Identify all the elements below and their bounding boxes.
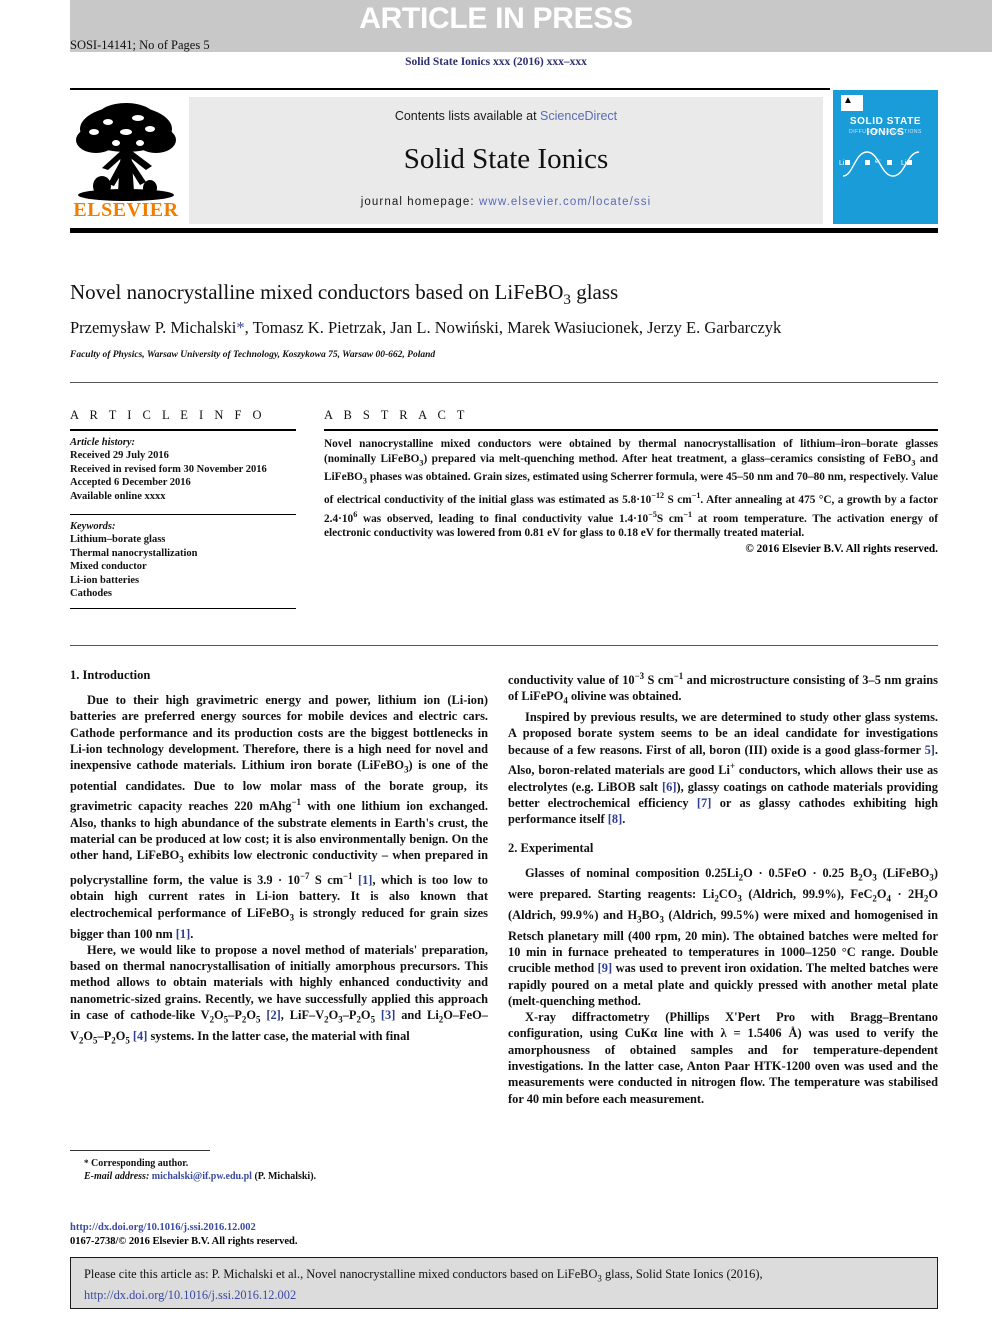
masthead-top-rule bbox=[70, 88, 830, 90]
affiliation: Faculty of Physics, Warsaw University of… bbox=[70, 350, 436, 360]
history-item: Received 29 July 2016 bbox=[70, 450, 169, 462]
title-separator-rule bbox=[70, 382, 938, 383]
article-history-label: Article history: bbox=[70, 437, 136, 448]
keywords-label: Keywords: bbox=[70, 521, 116, 533]
contents-prefix: Contents lists available at bbox=[394, 109, 541, 123]
journal-running-head: Solid State Ionics xxx (2016) xxx–xxx bbox=[405, 56, 587, 68]
elsevier-wordmark: ELSEVIER bbox=[73, 199, 179, 221]
paragraph: X-ray diffractometry (Phillips X'Pert Pr… bbox=[508, 1010, 938, 1106]
sciencedirect-link[interactable]: ScienceDirect bbox=[540, 109, 617, 123]
history-item: Available online xxxx bbox=[70, 490, 166, 502]
paragraph: Due to their high gravimetric energy and… bbox=[70, 693, 489, 941]
keyword-item: Lithium–borate glass bbox=[70, 534, 166, 546]
email-note: E-mail address: michalski@if.pw.edu.pl (… bbox=[70, 1170, 490, 1183]
corresponding-author-label: Corresponding author. bbox=[91, 1158, 189, 1169]
email-address-label: E-mail address: bbox=[84, 1171, 150, 1182]
body-column-right: conductivity value of 10−3 S cm−1 and mi… bbox=[508, 668, 938, 1107]
body-separator-rule bbox=[70, 645, 938, 646]
keyword-item: Mixed conductor bbox=[70, 561, 147, 573]
citation-doi-link[interactable]: http://dx.doi.org/10.1016/j.ssi.2016.12.… bbox=[84, 1288, 296, 1302]
cover-tree-glyph-icon: ▲ bbox=[843, 95, 853, 106]
elsevier-logo: ELSEVIER bbox=[70, 96, 182, 224]
masthead-panel: Contents lists available at ScienceDirec… bbox=[189, 97, 823, 224]
doi-footer-block: http://dx.doi.org/10.1016/j.ssi.2016.12.… bbox=[70, 1221, 490, 1248]
email-owner: (P. Michalski). bbox=[254, 1171, 317, 1182]
abstract-block: A B S T R A C T Novel nanocrystalline mi… bbox=[324, 408, 938, 555]
abstract-copyright: © 2016 Elsevier B.V. All rights reserved… bbox=[745, 542, 938, 555]
paragraph: Here, we would like to propose a novel m… bbox=[70, 942, 488, 1046]
cover-wave-icon: Li e⁻ Li bbox=[839, 151, 920, 177]
section-heading-experimental: 2. Experimental bbox=[508, 841, 594, 856]
footnote-rule bbox=[70, 1150, 210, 1151]
author-list: Przemysław P. Michalski*, Tomasz K. Piet… bbox=[70, 318, 782, 337]
citation-sentence: Please cite this article as: P. Michalsk… bbox=[84, 1267, 763, 1284]
keyword-item: Cathodes bbox=[70, 588, 113, 600]
journal-homepage-link[interactable]: www.elsevier.com/locate/ssi bbox=[479, 196, 651, 208]
article-history-block: Article history: Received 29 July 2016 R… bbox=[70, 431, 296, 503]
contents-available-line: Contents lists available at ScienceDirec… bbox=[189, 109, 823, 123]
journal-homepage-line: journal homepage: www.elsevier.com/locat… bbox=[189, 196, 823, 208]
section-heading-introduction: 1. Introduction bbox=[70, 668, 151, 682]
paragraph: Inspired by previous results, we are det… bbox=[508, 710, 938, 827]
paragraph: conductivity value of 10−3 S cm−1 and mi… bbox=[508, 671, 938, 706]
email-link[interactable]: michalski@if.pw.edu.pl bbox=[152, 1171, 252, 1182]
citation-text: Please cite this article as: P. Michalsk… bbox=[84, 1266, 929, 1304]
issn-copyright-line: 0167-2738/© 2016 Elsevier B.V. All right… bbox=[70, 1235, 298, 1247]
keywords-bottom-rule bbox=[70, 608, 296, 610]
keyword-item: Li-ion batteries bbox=[70, 574, 140, 586]
body-column-left: 1. Introduction Due to their high gravim… bbox=[70, 668, 488, 1049]
history-item: Accepted 6 December 2016 bbox=[70, 477, 191, 489]
corresponding-author-note: * Corresponding author. bbox=[70, 1157, 490, 1170]
svg-text:e⁻: e⁻ bbox=[875, 159, 882, 165]
cover-journal-subtitle: DIFFUSION & REACTIONS bbox=[849, 129, 922, 135]
paper-title: Novel nanocrystalline mixed conductors b… bbox=[70, 280, 619, 309]
journal-masthead: ELSEVIER Contents lists available at Sci… bbox=[70, 88, 938, 233]
article-info-block: A R T I C L E I N F O Article history: R… bbox=[70, 408, 296, 610]
citation-box: Please cite this article as: P. Michalsk… bbox=[70, 1257, 938, 1309]
homepage-prefix: journal homepage: bbox=[360, 196, 480, 208]
footnote-block: * Corresponding author. E-mail address: … bbox=[70, 1157, 490, 1183]
cover-elsevier-mark-icon: ▲ bbox=[841, 95, 863, 111]
article-info-heading: A R T I C L E I N F O bbox=[70, 408, 266, 422]
keywords-block: Keywords: Lithium–borate glass Thermal n… bbox=[70, 515, 296, 600]
journal-title: Solid State Ionics bbox=[403, 143, 609, 175]
asterisk-icon: * bbox=[84, 1158, 89, 1168]
masthead-bottom-rule bbox=[70, 228, 938, 233]
manuscript-id-label: SOSI-14141; No of Pages 5 bbox=[70, 38, 210, 52]
abstract-heading: A B S T R A C T bbox=[324, 408, 469, 422]
paragraph: Glasses of nominal composition 0.25Li2O … bbox=[508, 866, 939, 1008]
svg-text:Li: Li bbox=[839, 160, 845, 167]
journal-cover-thumbnail: ▲ SOLID STATE IONICS DIFFUSION & REACTIO… bbox=[833, 90, 938, 224]
doi-link[interactable]: http://dx.doi.org/10.1016/j.ssi.2016.12.… bbox=[70, 1221, 490, 1235]
keyword-item: Thermal nanocrystallization bbox=[70, 547, 198, 559]
elsevier-tree-icon bbox=[76, 103, 176, 201]
abstract-text: Novel nanocrystalline mixed conductors w… bbox=[324, 438, 939, 539]
article-in-press-label: ARTICLE IN PRESS bbox=[359, 2, 633, 35]
history-item: Received in revised form 30 November 201… bbox=[70, 463, 267, 475]
svg-text:Li: Li bbox=[901, 160, 907, 167]
